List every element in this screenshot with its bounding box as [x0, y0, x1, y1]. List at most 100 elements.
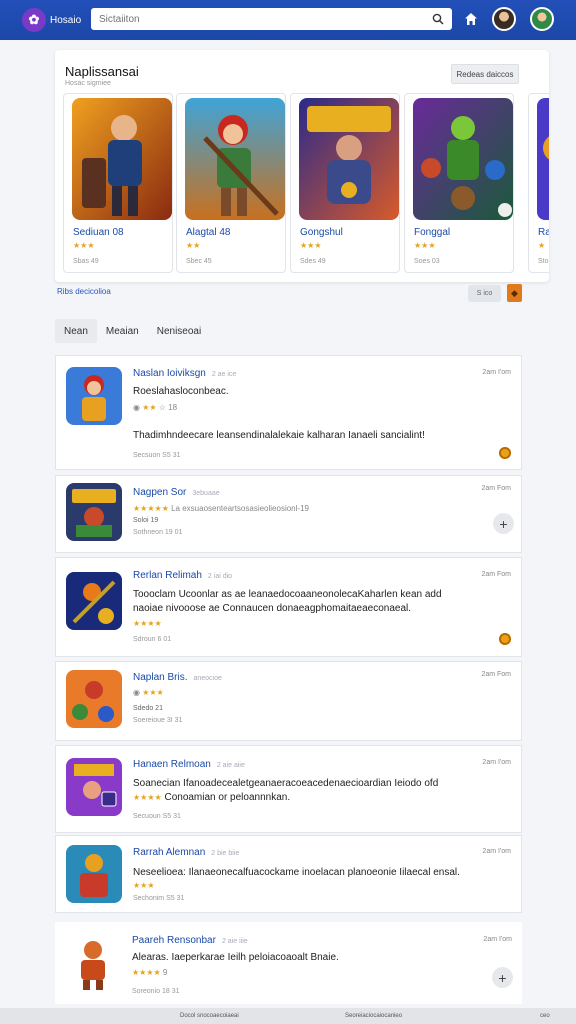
game-name: Ran	[538, 227, 549, 238]
review-rating: ★★★★ Conoamian or peloannnkan.	[133, 792, 291, 803]
review-date: 2am Fom	[481, 671, 511, 678]
review-headline: Roeslahasloconbeac.	[133, 386, 229, 397]
featured-section: Naplissansai Hosac sigmiee Redeas daicco…	[55, 50, 549, 282]
review-rating: ★★★	[133, 881, 155, 890]
tab-medium[interactable]: Meaian	[97, 319, 148, 343]
review-rating: ◉ ★★★	[133, 688, 164, 697]
reward-badge-icon[interactable]	[499, 447, 511, 459]
review-title: Rerlan Relimah 2 iai dio	[133, 570, 233, 581]
review-text: Neseelioea: Ilanaeonecalfuacockame inoel…	[133, 867, 460, 878]
review-date: 2am I'om	[482, 759, 511, 766]
featured-title: Naplissansai	[65, 64, 139, 79]
review-title: Hanaen Relmoan 2 aie aiie	[133, 759, 245, 770]
game-meta: Soes 03	[414, 258, 440, 265]
review-meta: Secsuon S5 31	[133, 452, 181, 459]
view-toggle-button[interactable]: S ico	[468, 285, 501, 302]
tab-other[interactable]: Neniseoai	[148, 319, 210, 343]
footer-link[interactable]: Seoreiaciocaiocanieo	[345, 1013, 402, 1019]
footer-link[interactable]: Docol snocoaecoiaeai	[180, 1013, 239, 1019]
review-date: 2am I'om	[482, 848, 511, 855]
review-item[interactable]: Nagpen Sor 3ebuaae 2am Fom ★★★★★ La exsua…	[55, 475, 522, 553]
review-item[interactable]: Rerlan Relimah 2 iai dio 2am Fom Toooclam…	[55, 557, 522, 657]
game-cover	[299, 98, 399, 220]
review-count: Soloi 19	[133, 517, 159, 524]
user-avatar[interactable]	[492, 7, 516, 31]
game-rating: ★★★	[300, 241, 322, 250]
featured-subtitle: Hosac sigmiee	[65, 80, 111, 87]
review-title: Paareh Rensonbar 2 aie iiie	[132, 935, 248, 946]
review-rating: ★★★★★ La exsuaosenteartsosasieolieosionl…	[133, 504, 309, 513]
game-meta: Sbas 49	[73, 258, 99, 265]
add-button[interactable]: +	[492, 967, 513, 988]
review-title: Nagpen Sor 3ebuaae	[133, 487, 220, 498]
game-cover	[413, 98, 513, 220]
search-input[interactable]	[99, 13, 432, 25]
options-button[interactable]: ◆	[507, 284, 522, 302]
review-date: 2am I'om	[483, 936, 512, 943]
review-meta: Secuoun S5 31	[133, 813, 181, 820]
game-icon	[65, 934, 121, 992]
review-title: Naplan Bris. aneocioe	[133, 672, 222, 683]
review-text: Thadimhndeecare leansendinalalekaie kalh…	[133, 430, 425, 441]
footer: Docol snocoaecoiaeai Seoreiaciocaiocanie…	[0, 1008, 576, 1024]
review-count: Sdedo 21	[133, 705, 163, 712]
tab-new[interactable]: Nean	[55, 319, 97, 343]
game-icon	[66, 845, 122, 903]
add-button[interactable]: +	[493, 513, 514, 534]
game-card[interactable]: Fonggal ★★★ Soes 03	[404, 93, 514, 273]
home-icon[interactable]	[464, 12, 478, 26]
reward-badge-icon[interactable]	[499, 633, 511, 645]
game-name: Sediuan 08	[73, 227, 124, 238]
game-rating: ★	[538, 241, 546, 250]
review-item[interactable]: Naplan Bris. aneocioe 2am Fom ◉ ★★★ Sdedo…	[55, 661, 522, 741]
search-icon[interactable]	[432, 13, 444, 25]
featured-action-button[interactable]: Redeas daiccos	[451, 64, 519, 84]
game-cover	[537, 98, 549, 220]
game-card[interactable]: Sediuan 08 ★★★ Sbas 49	[63, 93, 173, 273]
brand-name[interactable]: Hosaio	[50, 15, 90, 26]
review-tabs: Nean Meaian Neniseoai	[55, 319, 210, 343]
game-card[interactable]: Ran ★ Sto	[528, 93, 549, 273]
footer-link[interactable]: ceo	[540, 1013, 550, 1019]
review-item[interactable]: Hanaen Relmoan 2 aie aiie 2am I'om Soanec…	[55, 745, 522, 833]
review-item[interactable]: Paareh Rensonbar 2 aie iiie 2am I'om Alea…	[55, 922, 522, 1004]
game-meta: Sto	[538, 258, 549, 265]
review-rating: ★★★★	[133, 619, 162, 628]
game-card[interactable]: Alagtal 48 ★★ Sbec 45	[176, 93, 286, 273]
filter-link[interactable]: Ribs decicolioa	[57, 287, 111, 296]
logo-icon[interactable]: ✿	[22, 8, 46, 32]
game-name: Gongshul	[300, 227, 343, 238]
review-rating: ★★★★ 9	[132, 968, 168, 977]
game-cover	[72, 98, 172, 220]
game-meta: Sbec 45	[186, 258, 212, 265]
review-meta: Soereioue 3I 31	[133, 717, 183, 724]
game-icon	[66, 367, 122, 425]
game-cover	[185, 98, 285, 220]
game-name: Fonggal	[414, 227, 451, 238]
review-rating: ◉ ★★ ☆ 18	[133, 403, 178, 412]
review-date: 2am I'om	[482, 369, 511, 376]
game-name: Alagtal 48	[186, 227, 231, 238]
game-icon	[66, 758, 122, 816]
review-text: Toooclam Ucoonlar as ae leanaedocoaaneon…	[133, 589, 442, 600]
review-text: Alearas. Iaeperkarae Ieilh peloiacoaoalt…	[132, 952, 339, 963]
review-meta: Sdroun 6 01	[133, 636, 172, 643]
game-icon	[66, 572, 122, 630]
user-avatar[interactable]	[530, 7, 554, 31]
search-bar[interactable]	[91, 8, 452, 30]
game-icon	[66, 483, 122, 541]
game-icon	[66, 670, 122, 728]
review-item[interactable]: Rarrah Alemnan 2 bie biie 2am I'om Neseel…	[55, 835, 522, 913]
game-card[interactable]: Gongshul ★★★ Sdes 49	[290, 93, 400, 273]
review-meta: Soreonio 18 31	[132, 988, 180, 995]
review-meta: Sechonim S5 31	[133, 895, 185, 902]
review-date: 2am Fom	[481, 571, 511, 578]
review-date: 2am Fom	[481, 485, 511, 492]
game-rating: ★★★	[414, 241, 436, 250]
review-item[interactable]: Naslan Ioiviksgn 2 ae ice 2am I'om Roesla…	[55, 355, 522, 470]
review-text: naoiae nivooose ae Connaucen donaeagphom…	[133, 603, 412, 614]
top-bar: ✿ Hosaio	[0, 0, 576, 40]
game-meta: Sdes 49	[300, 258, 326, 265]
review-title: Naslan Ioiviksgn 2 ae ice	[133, 368, 237, 379]
review-title: Rarrah Alemnan 2 bie biie	[133, 847, 240, 858]
